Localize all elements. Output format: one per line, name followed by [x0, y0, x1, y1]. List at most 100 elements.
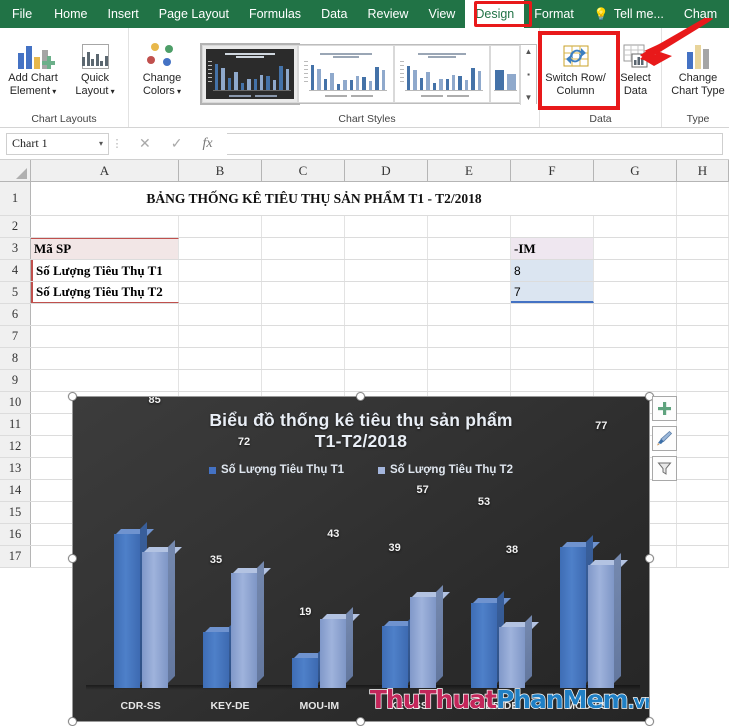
dropdown-caret-icon[interactable]: ▾ — [50, 87, 56, 96]
cell-d6[interactable] — [345, 304, 428, 325]
column-header-g[interactable]: G — [594, 160, 677, 181]
cell-f5[interactable]: 7 — [511, 282, 594, 303]
row-header-13[interactable]: 13 — [0, 458, 31, 479]
chart-object[interactable]: Biểu đồ thống kê tiêu thụ sản phẩm T1-T2… — [72, 396, 650, 722]
tab-home[interactable]: Home — [44, 0, 97, 28]
change-chart-type-button[interactable]: Change Chart Type — [663, 31, 729, 97]
cell-c7[interactable] — [262, 326, 345, 347]
formula-input[interactable] — [226, 132, 723, 155]
tab-review[interactable]: Review — [357, 0, 418, 28]
cell-h4[interactable] — [677, 260, 729, 281]
cell-c2[interactable] — [262, 216, 345, 237]
column-header-f[interactable]: F — [511, 160, 594, 181]
cell-f9[interactable] — [511, 370, 594, 391]
cell-e6[interactable] — [428, 304, 511, 325]
cell-h15[interactable] — [677, 502, 729, 523]
tab-page-layout[interactable]: Page Layout — [149, 0, 239, 28]
cell-e8[interactable] — [428, 348, 511, 369]
row-header-4[interactable]: 4 — [0, 260, 31, 281]
cell-d7[interactable] — [345, 326, 428, 347]
cell-b4[interactable] — [179, 260, 262, 281]
chevron-down-icon[interactable]: ▾ — [99, 139, 103, 148]
cell-h17[interactable] — [677, 546, 729, 567]
switch-row-column-button[interactable]: Switch Row/ Column — [541, 31, 611, 97]
cell-c9[interactable] — [262, 370, 345, 391]
chart-bar[interactable]: 53 — [470, 496, 511, 688]
cell-a9[interactable] — [31, 370, 179, 391]
chart-legend[interactable]: Số Lượng Tiêu Thụ T1 Số Lượng Tiêu Thụ T… — [72, 464, 650, 476]
resize-handle-nw[interactable] — [68, 392, 77, 401]
cell-e4[interactable] — [428, 260, 511, 281]
chart-style-thumbnail-2[interactable] — [298, 44, 394, 103]
cancel-icon[interactable]: ✕ — [139, 135, 151, 152]
cell-d2[interactable] — [345, 216, 428, 237]
chart-bar[interactable]: 19 — [292, 606, 333, 688]
cell-g3[interactable] — [594, 238, 677, 259]
cell-h2[interactable] — [677, 216, 729, 237]
cell-c6[interactable] — [262, 304, 345, 325]
cell-d8[interactable] — [345, 348, 428, 369]
cell-a6[interactable] — [31, 304, 179, 325]
resize-handle-n[interactable] — [356, 392, 365, 401]
add-chart-element-button[interactable]: Add Chart Element ▾ — [2, 31, 64, 98]
cell-a4[interactable]: Số Lượng Tiêu Thụ T1 — [31, 260, 179, 281]
chart-bar[interactable]: 39 — [381, 542, 422, 688]
column-header-a[interactable]: A — [31, 160, 179, 181]
cell-h3[interactable] — [677, 238, 729, 259]
cell-e9[interactable] — [428, 370, 511, 391]
chart-bar[interactable]: 72 — [230, 436, 271, 688]
row-header-1[interactable]: 1 — [0, 182, 31, 215]
cell-h13[interactable] — [677, 458, 729, 479]
cell-e3[interactable] — [428, 238, 511, 259]
chart-style-thumbnail-4[interactable] — [490, 44, 520, 103]
cell-h5[interactable] — [677, 282, 729, 303]
gallery-scroll-up-button[interactable]: ▲ — [525, 47, 533, 57]
cell-h16[interactable] — [677, 524, 729, 545]
tab-design[interactable]: Design — [465, 0, 525, 28]
cell-e5[interactable] — [428, 282, 511, 303]
row-header-6[interactable]: 6 — [0, 304, 31, 325]
cell-f4[interactable]: 8 — [511, 260, 594, 281]
cell-h7[interactable] — [677, 326, 729, 347]
cell-g5[interactable] — [594, 282, 677, 303]
chart-bar[interactable]: 85 — [141, 396, 182, 688]
cell-g9[interactable] — [594, 370, 677, 391]
gallery-more-button[interactable]: ▼ — [525, 93, 533, 103]
chart-category-group[interactable]: 19 43 MOU-IM — [292, 510, 361, 712]
cell-d5[interactable] — [345, 282, 428, 303]
cell-f6[interactable] — [511, 304, 594, 325]
cell-g8[interactable] — [594, 348, 677, 369]
cell-f2[interactable] — [511, 216, 594, 237]
cell-f3[interactable]: -IM — [511, 238, 594, 259]
cell-h1[interactable] — [677, 182, 729, 215]
cell-h8[interactable] — [677, 348, 729, 369]
cell-d3[interactable] — [345, 238, 428, 259]
chart-style-thumbnail-1[interactable] — [200, 42, 300, 105]
enter-icon[interactable]: ✓ — [171, 135, 183, 152]
chart-style-thumbnail-3[interactable] — [394, 44, 490, 103]
cell-a5[interactable]: Số Lượng Tiêu Thụ T2 — [31, 282, 179, 303]
cell-b9[interactable] — [179, 370, 262, 391]
chart-bar[interactable]: 43 — [320, 528, 361, 688]
cell-c3[interactable] — [262, 238, 345, 259]
cell-h10[interactable] — [677, 392, 729, 413]
cell-h14[interactable] — [677, 480, 729, 501]
chart-styles-button[interactable] — [652, 426, 677, 451]
cell-d4[interactable] — [345, 260, 428, 281]
cell-d9[interactable] — [345, 370, 428, 391]
tab-formulas[interactable]: Formulas — [239, 0, 311, 28]
cell-a1[interactable]: BẢNG THỐNG KÊ TIÊU THỤ SẢN PHẨM T1 - T2/… — [31, 182, 594, 215]
cell-h6[interactable] — [677, 304, 729, 325]
share-button[interactable]: Cham — [674, 0, 727, 28]
chart-category-group[interactable]: 8877MOU-SS — [560, 420, 629, 712]
column-header-h[interactable]: H — [677, 160, 729, 181]
column-header-b[interactable]: B — [179, 160, 262, 181]
chart-bar[interactable]: 88 — [560, 535, 601, 688]
row-header-17[interactable]: 17 — [0, 546, 31, 567]
row-header-15[interactable]: 15 — [0, 502, 31, 523]
tell-me-box[interactable]: 💡 Tell me... — [584, 0, 674, 28]
cell-f7[interactable] — [511, 326, 594, 347]
row-header-10[interactable]: 10 — [0, 392, 31, 413]
cell-e7[interactable] — [428, 326, 511, 347]
name-box[interactable]: Chart 1 ▾ — [6, 132, 109, 155]
